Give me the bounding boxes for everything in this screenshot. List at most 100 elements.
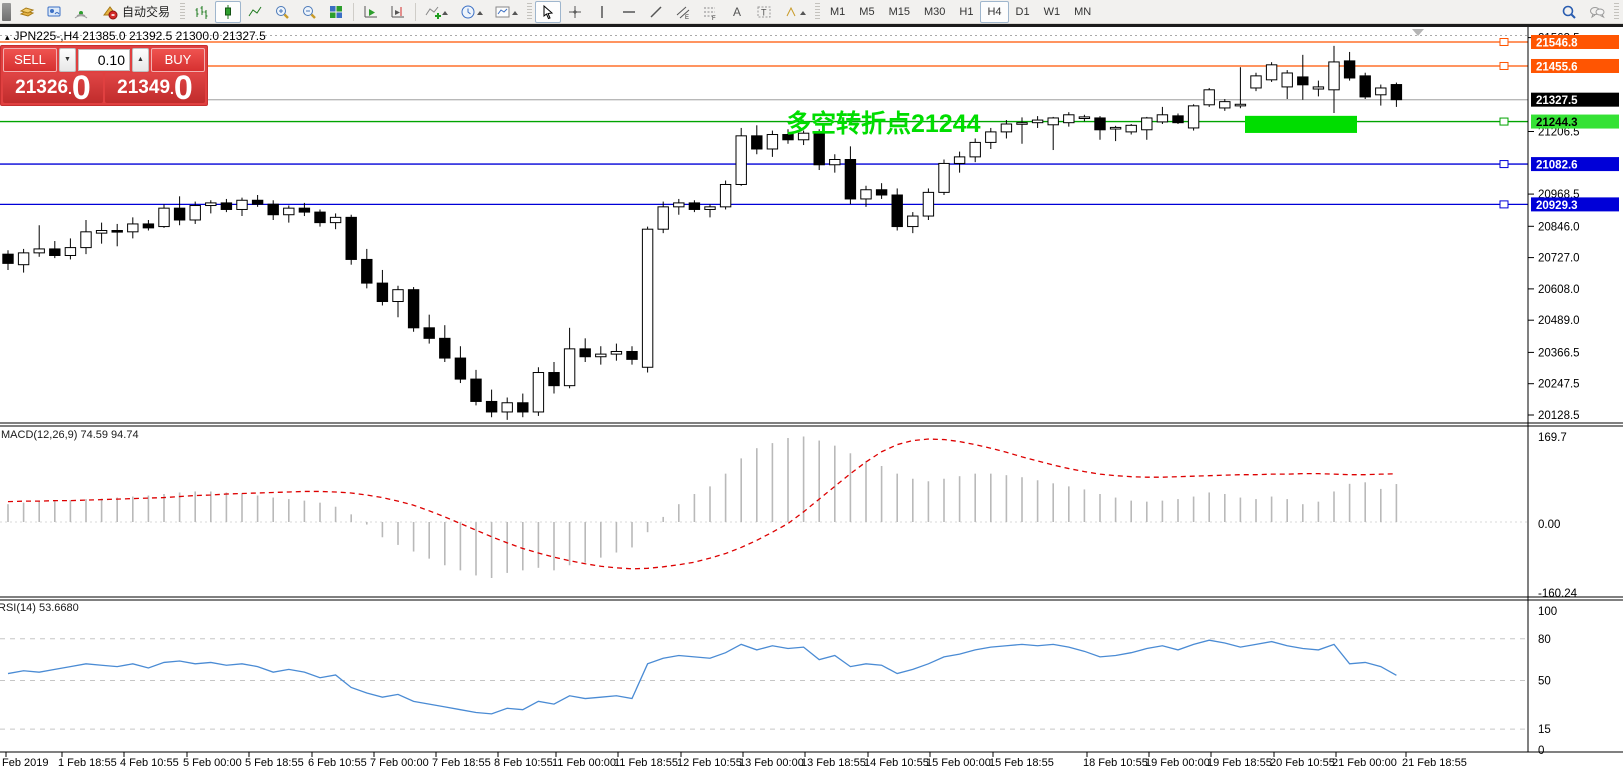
price-badge-label: 21327.5 [1536,95,1578,107]
candle-body [549,373,559,386]
candle-body [408,290,418,328]
buy-price: 21349 [117,73,170,103]
candle-body [471,379,481,401]
candle-body [206,203,216,206]
candle-body [1173,116,1183,123]
candle-body [970,142,980,156]
price-tick-label: 20366.5 [1538,347,1580,359]
time-axis-label: 21 Feb 00:00 [1332,757,1397,769]
time-axis-label: 6 Feb 10:55 [308,757,367,769]
candle-body [159,208,169,226]
candle-body [876,190,886,195]
buy-price-button[interactable]: 21349.0 [105,73,205,103]
chart-symbol-icon: ▴ [5,32,10,42]
time-axis-label: 13 Feb 00:00 [739,757,804,769]
time-axis-label: 7 Feb 00:00 [370,757,429,769]
candle-body [1344,61,1354,78]
time-axis-label: Feb 2019 [2,757,48,769]
candle-body [923,192,933,216]
candle-body [221,203,231,210]
line-anchor-marker[interactable] [1500,62,1508,69]
pivot-annotation-text: 多空转折点21244 [786,104,981,140]
rsi-scale-label: 100 [1538,606,1557,618]
candle-body [1266,65,1276,80]
candle-body [861,190,871,199]
candle-body [752,136,762,149]
rsi-scale-label: 0 [1538,745,1544,757]
candle-body [939,163,949,192]
sell-button[interactable]: SELL [3,48,57,72]
candle-body [1220,102,1230,108]
candle-body [315,212,325,223]
candle-body [720,184,730,206]
price-tick-label: 20727.0 [1538,253,1580,265]
candle-body [845,160,855,199]
candle-body [237,200,247,209]
time-axis-label: 1 Feb 18:55 [58,757,117,769]
candle-body [1204,90,1214,105]
candle-body [658,207,668,229]
candle-body [1157,115,1167,122]
line-anchor-marker[interactable] [1500,161,1508,168]
price-badge-label: 21455.6 [1536,61,1578,73]
price-badge-label: 21082.6 [1536,160,1578,172]
time-axis-label: 18 Feb 10:55 [1083,757,1148,769]
candle-body [674,203,684,207]
rsi-scale-label: 80 [1538,634,1551,646]
candle-body [18,253,28,265]
time-axis-label: 15 Feb 00:00 [926,757,991,769]
buy-button[interactable]: BUY [151,48,205,72]
candle-body [1110,127,1120,129]
candle-body [502,403,512,412]
candle-body [346,217,356,259]
candle-body [892,195,902,227]
candle-body [736,136,746,185]
volume-increase-button[interactable]: ▲ [132,48,149,72]
time-axis-label: 19 Feb 18:55 [1207,757,1272,769]
candle-body [596,354,606,357]
candle-body [1251,76,1261,88]
candle-body [190,206,200,220]
candle-body [174,208,184,220]
candle-body [1142,118,1152,130]
time-axis-label: 5 Feb 18:55 [245,757,304,769]
line-anchor-marker[interactable] [1500,201,1508,208]
candle-body [299,208,309,212]
candle-body [1001,124,1011,132]
candle-body [1032,120,1042,123]
sell-price-button[interactable]: 21326.0 [3,73,103,103]
candle-body [1188,106,1198,128]
candle-body [1048,118,1058,125]
green-zone-rectangle[interactable] [1245,116,1357,133]
candle-body [830,160,840,165]
time-axis-label: 20 Feb 10:55 [1270,757,1335,769]
price-badge-label: 21244.3 [1536,117,1578,129]
time-axis-label: 15 Feb 18:55 [989,757,1054,769]
volume-decrease-button[interactable]: ▼ [59,48,76,72]
candle-body [1376,88,1386,95]
macd-scale-label: 169.7 [1538,432,1567,444]
candle-body [252,200,262,204]
macd-scale-label: -160.24 [1538,588,1578,600]
candle-body [50,249,60,256]
candle-body [908,216,918,227]
candle-body [1282,73,1292,87]
price-tick-label: 20608.0 [1538,284,1580,296]
candle-body [3,254,13,263]
volume-input[interactable]: 0.10 [78,49,130,71]
time-axis-label: 13 Feb 18:55 [801,757,866,769]
line-anchor-marker[interactable] [1500,39,1508,46]
candle-body [705,207,715,210]
macd-scale-label: 0.00 [1538,519,1560,531]
candle-body [1095,118,1105,130]
candle-body [393,290,403,302]
candle-body [128,224,138,232]
line-anchor-marker[interactable] [1500,118,1508,125]
candle-body [143,224,153,228]
price-tick-label: 20128.5 [1538,410,1580,422]
candle-body [424,328,434,339]
time-axis-label: 14 Feb 10:55 [864,757,929,769]
candle-body [65,248,75,256]
candle-body [767,135,777,149]
candle-body [1329,62,1339,90]
